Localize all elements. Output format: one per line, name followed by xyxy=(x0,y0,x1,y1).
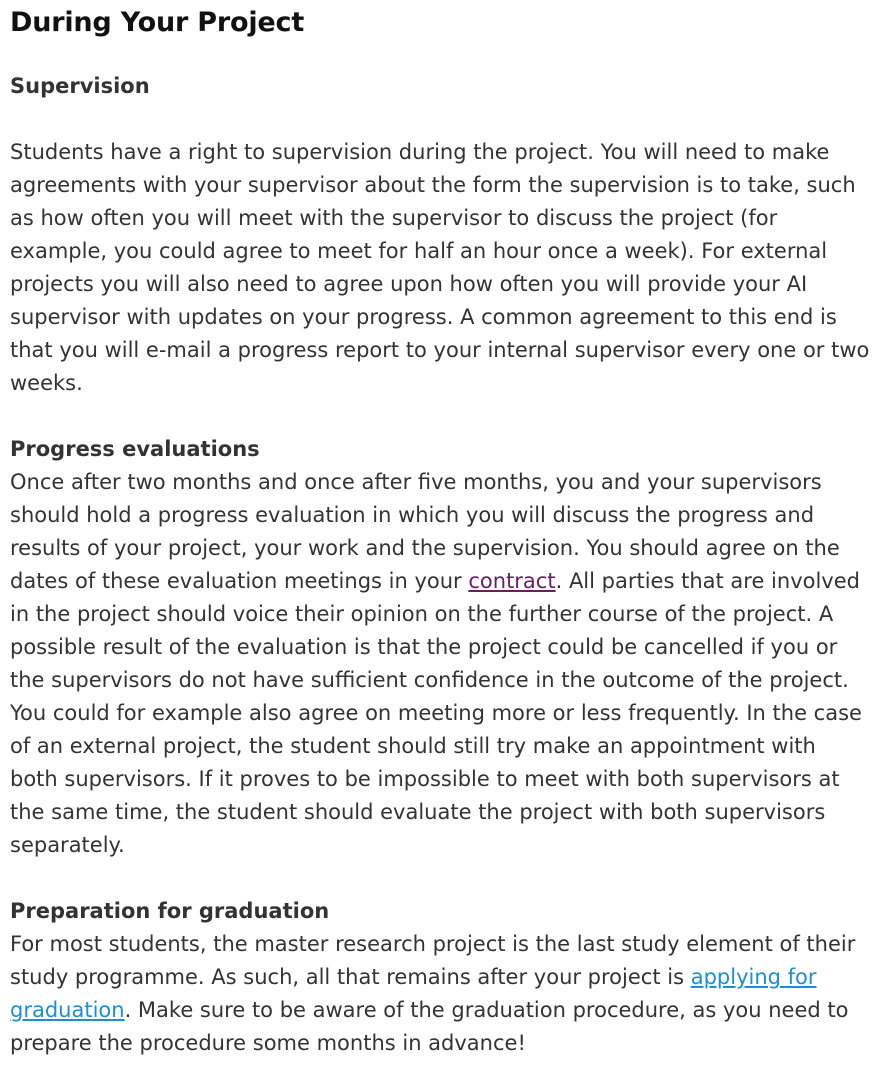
graduation-heading: Preparation for graduation xyxy=(10,899,330,923)
supervision-heading: Supervision xyxy=(10,74,150,98)
progress-section: Progress evaluations Once after two mont… xyxy=(10,433,870,862)
graduation-text-after: . Make sure to be aware of the graduatio… xyxy=(10,998,849,1055)
graduation-text: For most students, the master research p… xyxy=(10,928,870,1060)
contract-link[interactable]: contract xyxy=(468,569,555,593)
graduation-section: Preparation for graduation For most stud… xyxy=(10,895,870,1060)
supervision-section: Supervision Students have a right to sup… xyxy=(10,70,870,400)
progress-text: Once after two months and once after fiv… xyxy=(10,466,870,862)
progress-text-after: . All parties that are involved in the p… xyxy=(10,569,862,857)
progress-heading: Progress evaluations xyxy=(10,437,260,461)
supervision-text: Students have a right to supervision dur… xyxy=(10,140,870,395)
page-title: During Your Project xyxy=(10,7,305,38)
page-content: During Your Project Supervision Students… xyxy=(0,0,880,1060)
